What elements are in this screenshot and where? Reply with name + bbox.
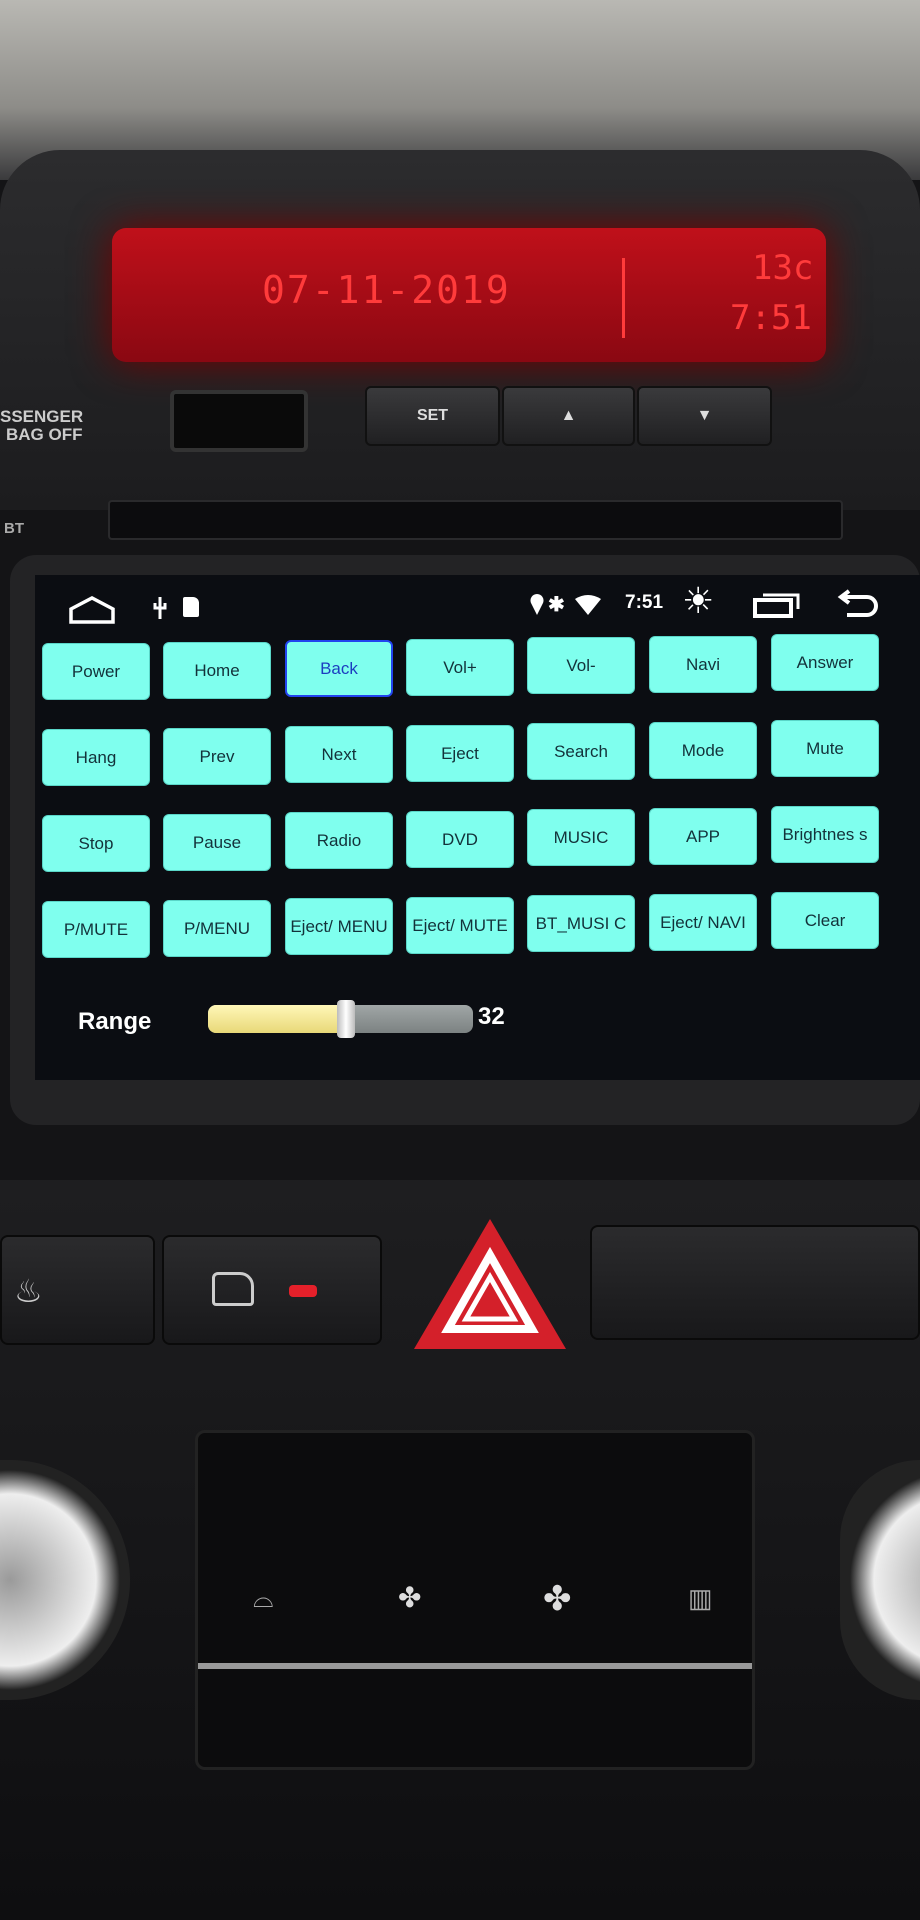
button-back[interactable]: Back <box>285 640 393 697</box>
fan-low-icon[interactable]: ✤ <box>398 1581 421 1614</box>
recent-apps-icon[interactable] <box>753 591 801 624</box>
range-slider-fill <box>208 1005 346 1033</box>
cd-slot <box>108 500 843 540</box>
climate-trim <box>198 1663 752 1669</box>
button-bt-musi-c[interactable]: BT_MUSI C <box>527 895 635 952</box>
usb-icon <box>153 597 167 624</box>
home-icon[interactable] <box>68 595 116 631</box>
lcd-time: 7:51 <box>730 298 812 338</box>
seat-heater-button[interactable]: ♨ <box>0 1235 155 1345</box>
button-brightnes-s[interactable]: Brightnes s <box>771 806 879 863</box>
button-radio[interactable]: Radio <box>285 812 393 869</box>
wifi-icon <box>575 595 601 620</box>
status-time: 7:51 <box>625 592 664 613</box>
rear-defrost-icon[interactable]: ▥ <box>688 1583 713 1614</box>
door-lock-icon <box>212 1272 254 1306</box>
lcd-divider <box>622 258 625 338</box>
airbag-line2: BAG OFF <box>6 425 83 444</box>
range-slider[interactable] <box>208 1000 473 1038</box>
button-app[interactable]: APP <box>649 807 757 865</box>
button-answer[interactable]: Answer <box>771 634 879 691</box>
button-mute[interactable]: Mute <box>771 720 879 777</box>
button-next[interactable]: Next <box>285 726 393 783</box>
bluetooth-icon: ✱ <box>548 594 565 616</box>
clock-display: 07-11-2019 13c 7:51 <box>112 228 826 362</box>
button-eject-menu[interactable]: Eject/ MENU <box>285 898 393 955</box>
set-button[interactable]: SET <box>365 386 500 446</box>
brightness-icon[interactable]: ☀ <box>682 583 714 619</box>
airbag-indicator-label: SSENGER BAG OFF <box>0 408 83 444</box>
button-home[interactable]: Home <box>163 641 271 699</box>
seat-heater-icon: ♨ <box>14 1273 43 1309</box>
button-navi[interactable]: Navi <box>649 635 757 693</box>
range-value: 32 <box>478 1003 505 1030</box>
fan-knob[interactable] <box>840 1460 920 1700</box>
range-label: Range <box>78 1008 152 1035</box>
bt-label: BT <box>4 520 24 537</box>
door-lock-button[interactable] <box>162 1235 382 1345</box>
button-eject-mute[interactable]: Eject/ MUTE <box>406 896 514 954</box>
button-stop[interactable]: Stop <box>42 815 150 872</box>
button-search[interactable]: Search <box>527 723 635 780</box>
button-clear[interactable]: Clear <box>771 892 879 949</box>
range-slider-thumb[interactable] <box>336 1000 355 1038</box>
airbag-lamp <box>170 390 308 452</box>
lcd-date: 07-11-2019 <box>262 268 511 312</box>
temperature-knob[interactable] <box>0 1460 130 1700</box>
button-eject-navi[interactable]: Eject/ NAVI <box>649 893 757 951</box>
lock-indicator-led <box>289 1285 317 1297</box>
button-pause[interactable]: Pause <box>163 813 271 871</box>
button-dvd[interactable]: DVD <box>406 810 514 868</box>
button-music[interactable]: MUSIC <box>527 809 635 866</box>
head-unit-screen: ✱ 7:51 ☀ Power Home Back Vol+ Vol- Navi Answer… <box>35 575 920 1080</box>
button-eject[interactable]: Eject <box>406 724 514 782</box>
button-hang[interactable]: Hang <box>42 729 150 786</box>
button-vol-[interactable]: Vol- <box>527 637 635 694</box>
up-button[interactable]: ▲ <box>502 386 635 446</box>
button-prev[interactable]: Prev <box>163 727 271 785</box>
button-mode[interactable]: Mode <box>649 721 757 779</box>
fan-high-icon[interactable]: ✤ <box>543 1579 572 1619</box>
location-icon <box>529 593 545 622</box>
lcd-temperature: 13c <box>752 248 814 288</box>
back-icon[interactable] <box>835 589 881 624</box>
button-p-mute[interactable]: P/MUTE <box>42 901 150 958</box>
button-vol-[interactable]: Vol+ <box>406 638 514 696</box>
hazard-button[interactable] <box>410 1215 570 1355</box>
front-defrost-icon[interactable]: ⌓ <box>253 1583 274 1615</box>
button-p-menu[interactable]: P/MENU <box>163 899 271 957</box>
down-button[interactable]: ▼ <box>637 386 772 446</box>
right-console-button[interactable] <box>590 1225 920 1340</box>
climate-panel: ⌓ ✤ ✤ ▥ <box>195 1430 755 1770</box>
center-console: ♨ ⌓ ✤ ✤ ▥ <box>0 1180 920 1920</box>
button-power[interactable]: Power <box>42 643 150 700</box>
airbag-line1: SSENGER <box>0 407 84 426</box>
sd-card-icon <box>183 597 199 617</box>
